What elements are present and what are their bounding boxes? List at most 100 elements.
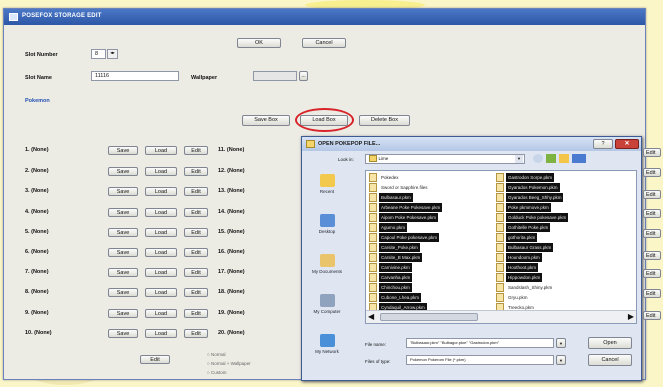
file-item[interactable]: Agumo.pkm — [369, 223, 494, 233]
open-button[interactable]: Open — [588, 337, 632, 349]
back-icon[interactable] — [533, 154, 543, 163]
slot-edit-button[interactable]: Edit — [184, 288, 208, 297]
scroll-thumb[interactable] — [380, 313, 478, 321]
slot-save-button[interactable]: Save — [108, 167, 138, 176]
places-my-computer[interactable]: My Computer — [305, 291, 349, 335]
up-folder-icon[interactable] — [546, 154, 556, 163]
slot-edit-button[interactable]: Edit — [184, 309, 208, 318]
slot-load-button[interactable]: Load — [145, 228, 177, 237]
slot-load-button[interactable]: Load — [145, 187, 177, 196]
file-item[interactable]: Gyarados Beeg_Shhy.pkm — [496, 193, 621, 203]
wallpaper-browse-button[interactable]: ... — [299, 71, 308, 81]
places-my-network[interactable]: My Network — [305, 331, 349, 375]
file-name-dropdown[interactable]: ▼ — [556, 338, 566, 348]
look-in-dropdown[interactable]: Lime ▼ — [365, 154, 525, 164]
file-item[interactable]: Gyarados Pokemon.pkm — [496, 183, 621, 193]
save-box-button[interactable]: Save Box — [242, 115, 290, 126]
file-item[interactable]: Carsite_Poke.pkm — [369, 243, 494, 253]
slot-save-button[interactable]: Save — [108, 208, 138, 217]
slot-edit-button[interactable]: Edit — [643, 209, 661, 218]
places-desktop[interactable]: Desktop — [305, 211, 349, 255]
new-folder-icon[interactable] — [559, 154, 569, 163]
slot-edit-button[interactable]: Edit — [184, 187, 208, 196]
file-item[interactable]: gothorita.pkm — [496, 233, 621, 243]
slot-edit-button[interactable]: Edit — [643, 269, 661, 278]
file-item[interactable]: Gothitelle Poke.pkm — [496, 223, 621, 233]
file-item[interactable]: Aipom Poke Pokesave.pkm — [369, 213, 494, 223]
option-normal-wallpaper[interactable]: ○ Normal + Wallpaper — [207, 361, 251, 366]
file-item[interactable]: Carnivine.pkm — [369, 263, 494, 273]
slot-edit-button[interactable]: Edit — [643, 190, 661, 199]
file-item[interactable]: Arbeane Poke Pokesave.pkm — [369, 203, 494, 213]
slot-number-field[interactable]: 8 — [91, 49, 106, 59]
horizontal-scrollbar[interactable]: ◀ ▶ — [366, 310, 636, 323]
slot-load-button[interactable]: Load — [145, 329, 177, 338]
delete-box-button[interactable]: Delete Box — [359, 115, 410, 126]
file-item[interactable]: Pokedex — [369, 173, 494, 183]
file-item[interactable]: Gastrodon Sorpe.pkm — [496, 173, 621, 183]
slot-load-button[interactable]: Load — [145, 268, 177, 277]
slot-load-button[interactable]: Load — [145, 208, 177, 217]
slot-save-button[interactable]: Save — [108, 228, 138, 237]
slot-save-button[interactable]: Save — [108, 329, 138, 338]
scroll-left-arrow[interactable]: ◀ — [368, 313, 374, 321]
files-of-type-dropdown[interactable]: ▼ — [556, 355, 566, 365]
slot-load-button[interactable]: Load — [145, 309, 177, 318]
views-icon[interactable] — [572, 154, 586, 163]
help-button[interactable]: ? — [593, 139, 613, 149]
slot-load-button[interactable]: Load — [145, 146, 177, 155]
slot-edit-button[interactable]: Edit — [184, 208, 208, 217]
slot-load-button[interactable]: Load — [145, 167, 177, 176]
places-recent[interactable]: Recent — [305, 171, 349, 215]
slot-save-button[interactable]: Save — [108, 268, 138, 277]
slot-load-button[interactable]: Load — [145, 248, 177, 257]
slot-load-button[interactable]: Load — [145, 288, 177, 297]
slot-edit-button[interactable]: Edit — [184, 146, 208, 155]
places-my-documents[interactable]: My Documents — [305, 251, 349, 295]
files-of-type-select[interactable]: Pokemon Pokerom File (*.pkm) — [406, 355, 554, 365]
ok-button[interactable]: OK — [237, 38, 281, 48]
wallpaper-field[interactable] — [253, 71, 297, 81]
slot-save-button[interactable]: Save — [108, 187, 138, 196]
slot-edit-button[interactable]: Edit — [643, 251, 661, 260]
slot-save-button[interactable]: Save — [108, 309, 138, 318]
dialog-cancel-button[interactable]: Cancel — [588, 354, 632, 366]
pokemon-section-link[interactable]: Pokemon — [25, 98, 50, 104]
file-item[interactable]: Cubone_Lhea.pkm — [369, 293, 494, 303]
file-item[interactable]: Hoothoot.pkm — [496, 263, 621, 273]
slot-edit-button[interactable]: Edit — [643, 311, 661, 320]
slot-edit-button[interactable]: Edit — [643, 148, 661, 157]
slot-edit-button[interactable]: Edit — [184, 167, 208, 176]
file-item[interactable]: Houndoom.pkm — [496, 253, 621, 263]
file-name-input[interactable]: "Bulbasaur.pkm" "Bulbagor.pkm" "Gastrodo… — [406, 338, 554, 348]
file-item[interactable]: Chinchou.pkm — [369, 283, 494, 293]
slot-edit-button[interactable]: Edit — [643, 229, 661, 238]
file-item[interactable]: Carsite_B Max.pkm — [369, 253, 494, 263]
file-item[interactable]: Sandslash_Shiny.pkm — [496, 283, 621, 293]
file-item[interactable]: Capoul Poke pokesave.pkm — [369, 233, 494, 243]
cancel-button[interactable]: Cancel — [302, 38, 346, 48]
option-normal[interactable]: ○ Normal — [207, 352, 225, 357]
file-item[interactable]: Hippowdon.pkm — [496, 273, 621, 283]
slot-edit-button[interactable]: Edit — [184, 329, 208, 338]
slot-save-button[interactable]: Save — [108, 146, 138, 155]
file-list[interactable]: Pokedex Sword or Sapphire.files Bulbasaur.… — [365, 170, 637, 324]
file-item[interactable]: Poke pkmmove.pkm — [496, 203, 621, 213]
slot-edit-button[interactable]: Edit — [643, 289, 661, 298]
bottom-edit-button[interactable]: Edit — [140, 355, 170, 364]
slot-save-button[interactable]: Save — [108, 288, 138, 297]
scroll-right-arrow[interactable]: ▶ — [628, 313, 634, 321]
slot-edit-button[interactable]: Edit — [184, 248, 208, 257]
slot-edit-button[interactable]: Edit — [184, 268, 208, 277]
slot-edit-button[interactable]: Edit — [643, 168, 661, 177]
slot-name-field[interactable]: 11116 — [91, 71, 179, 81]
option-custom[interactable]: ○ Custom — [207, 370, 226, 375]
file-item[interactable]: Gryu.pkm — [496, 293, 621, 303]
slot-edit-button[interactable]: Edit — [184, 228, 208, 237]
file-item[interactable]: Sword or Sapphire.files — [369, 183, 494, 193]
file-item[interactable]: Bulbasaur Grass.pkm — [496, 243, 621, 253]
slot-number-stepper[interactable]: ◂▸ — [107, 49, 118, 59]
slot-save-button[interactable]: Save — [108, 248, 138, 257]
file-item[interactable]: Carvanha.pkm — [369, 273, 494, 283]
close-button[interactable]: ✕ — [615, 139, 639, 149]
